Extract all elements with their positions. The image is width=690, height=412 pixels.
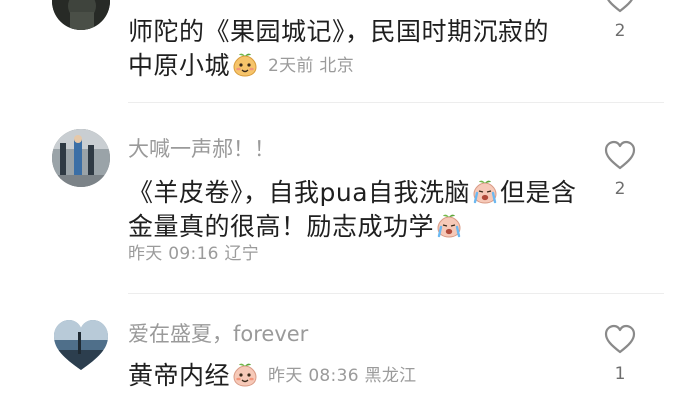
username[interactable]: 大喊一声郝！！	[128, 133, 275, 163]
comment-meta: 昨天 08:36 黑龙江	[268, 366, 417, 386]
crying-face-emoji-icon	[473, 180, 497, 204]
like-count: 2	[614, 179, 626, 199]
heart-outline-icon[interactable]	[603, 139, 637, 171]
heart-outline-icon[interactable]	[603, 0, 637, 14]
comment-item: 爱在盛夏，forever 黄帝内经 昨天 08:36 黑龙江 1	[0, 294, 690, 412]
crying-face-emoji-icon	[437, 214, 461, 238]
avatar[interactable]	[52, 129, 110, 187]
comment-text: 黄帝内经 昨天 08:36 黑龙江	[128, 356, 416, 392]
comment-text: 师陀的《果园城记》，民国时期沉寂的	[128, 17, 550, 46]
comment-meta: 2天前 北京	[268, 56, 355, 76]
comment-text-line: 中原小城	[128, 51, 231, 80]
like-count: 2	[614, 21, 626, 41]
avatar[interactable]	[52, 318, 110, 376]
comment-text: 金量真的很高！励志成功学	[128, 207, 464, 243]
username[interactable]: 爱在盛夏，forever	[128, 318, 308, 348]
comment-text: 《羊皮卷》，自我pua自我洗脑 但是含	[128, 173, 577, 209]
comment-text-line: 但是含	[500, 178, 577, 207]
peach-face-emoji-icon	[233, 363, 257, 387]
comment-item: 师陀的《果园城记》，民国时期沉寂的 中原小城 2天前 北京 2	[0, 0, 690, 102]
avatar[interactable]	[52, 0, 110, 30]
comment-item: 大喊一声郝！！ 《羊皮卷》，自我pua自我洗脑 但是含 金量真的很高！励志成功学	[0, 103, 690, 308]
comment-feed: 师陀的《果园城记》，民国时期沉寂的 中原小城 2天前 北京 2 大喊一声郝！！ …	[0, 0, 690, 412]
comment-meta: 昨天 09:16 辽宁	[128, 244, 260, 264]
heart-outline-icon[interactable]	[603, 323, 637, 355]
comment-text-line: 黄帝内经	[128, 361, 231, 390]
like-count: 1	[614, 364, 626, 384]
comment-text: 中原小城 2天前 北京	[128, 46, 354, 82]
comment-text-line: 金量真的很高！励志成功学	[128, 212, 435, 241]
comment-text-line: 《羊皮卷》，自我pua自我洗脑	[128, 178, 471, 207]
peach-face-emoji-icon	[233, 53, 257, 77]
